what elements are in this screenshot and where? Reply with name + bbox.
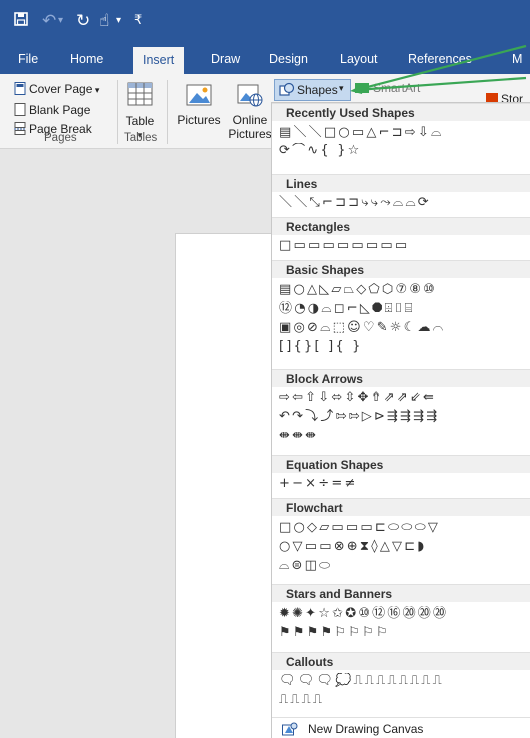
undo-dropdown-icon[interactable]: ▾ bbox=[58, 11, 63, 31]
shape-row[interactable]: □○◇▱▭▭▭⊏⬭⬭⬭▽ bbox=[279, 520, 440, 536]
blank-page-icon bbox=[14, 103, 26, 116]
section-header-recently-used: Recently Used Shapes bbox=[272, 103, 530, 121]
quick-access-toolbar: ↶ ▾ ↻ ☝ ▾ ₹ bbox=[0, 0, 530, 42]
customize-icon[interactable]: ₹ bbox=[134, 11, 142, 31]
smartart-button[interactable]: SmartArt bbox=[355, 81, 420, 95]
shapes-button[interactable]: Shapes ▾ bbox=[274, 79, 351, 101]
smartart-icon bbox=[355, 83, 369, 93]
ribbon-tabs: File Home Insert Draw Design Layout Refe… bbox=[0, 42, 530, 74]
online-pictures-icon bbox=[237, 84, 263, 107]
shape-row[interactable]: ⇼⇼⇼ bbox=[279, 428, 318, 444]
touch-mode-icon[interactable]: ☝ bbox=[99, 11, 109, 31]
shapes-icon bbox=[279, 82, 295, 100]
cover-page-button[interactable]: Cover Page ▾ bbox=[14, 82, 99, 97]
tab-file[interactable]: File bbox=[18, 50, 38, 74]
pages-group-label: Pages bbox=[44, 132, 77, 144]
shape-row[interactable]: ⌓⊜◫⬭ bbox=[279, 558, 332, 574]
smartart-label: SmartArt bbox=[373, 81, 421, 95]
tab-references[interactable]: References bbox=[408, 50, 472, 74]
shape-row[interactable]: ▤＼＼□○▭△⌐⊐⇨⇩⌓ bbox=[279, 125, 443, 141]
shape-row[interactable]: ⚑⚑⚑⚑⚐⚐⚐⚐ bbox=[279, 625, 390, 641]
section-header-block-arrows: Block Arrows bbox=[272, 369, 530, 387]
shape-row[interactable]: []{}[ ]{ } bbox=[279, 339, 363, 355]
section-header-basic-shapes: Basic Shapes bbox=[272, 260, 530, 278]
shape-row[interactable]: ⇨⇦⇧⇩⬄⇳✥⇮⇗⇗⇙⇚ bbox=[279, 390, 436, 406]
touch-mode-dropdown-icon[interactable]: ▾ bbox=[116, 11, 121, 31]
redo-icon[interactable]: ↻ bbox=[76, 11, 90, 31]
cover-page-icon bbox=[14, 82, 26, 95]
tab-insert[interactable]: Insert bbox=[133, 47, 185, 74]
blank-page-label: Blank Page bbox=[29, 103, 91, 117]
group-divider bbox=[117, 80, 118, 144]
shapes-label: Shapes bbox=[297, 83, 338, 97]
online-pictures-label-2: Pictures bbox=[228, 127, 272, 141]
shape-row[interactable]: ⑫◔◑⌓◻⌐◺⯃⌹⌷⌸ bbox=[279, 301, 415, 317]
online-pictures-label: Online bbox=[232, 113, 268, 127]
shape-row[interactable]: ＼＼⤡⌐⊐⊐⤷⤷⤳⌓⌓⟳ bbox=[279, 195, 431, 211]
group-divider bbox=[167, 80, 168, 144]
shape-row[interactable]: ⎍⎍⎍⎍ bbox=[279, 692, 324, 708]
page-break-icon bbox=[14, 122, 26, 135]
shape-row[interactable]: ○▽▭▭⊗⊕⧗◊△▽⊏◗ bbox=[279, 539, 426, 555]
cover-page-label: Cover Page bbox=[29, 82, 93, 96]
tables-group-label: Tables bbox=[124, 132, 158, 144]
shape-row[interactable]: +−×÷=≠ bbox=[279, 476, 358, 492]
new-drawing-canvas-label: New Drawing Canvas bbox=[308, 722, 424, 736]
table-label: Table bbox=[125, 114, 155, 128]
tab-layout[interactable]: Layout bbox=[340, 50, 378, 74]
shape-row[interactable]: □▭▭▭▭▭▭▭▭ bbox=[279, 238, 409, 254]
section-header-lines: Lines bbox=[272, 174, 530, 192]
blank-page-button[interactable]: Blank Page bbox=[14, 103, 90, 117]
shapes-gallery: Recently Used Shapes ▤＼＼□○▭△⌐⊐⇨⇩⌓ ⟳⌒∿{ }… bbox=[271, 102, 530, 738]
section-header-stars-and-banners: Stars and Banners bbox=[272, 584, 530, 602]
undo-icon[interactable]: ↶ bbox=[42, 11, 56, 31]
tab-draw[interactable]: Draw bbox=[211, 50, 240, 74]
tab-design[interactable]: Design bbox=[269, 50, 308, 74]
section-header-flowchart: Flowchart bbox=[272, 498, 530, 516]
shape-row[interactable]: ⟳⌒∿{ }☆ bbox=[279, 143, 362, 159]
shape-row[interactable]: ✹✺✦☆✩✪⑩⑫⑯⑳⑳⑳ bbox=[279, 606, 448, 622]
pictures-label: Pictures bbox=[177, 113, 221, 127]
pictures-icon bbox=[186, 84, 212, 106]
shape-row[interactable]: ▤○△◺▱⏢◇⬠⬡⑦⑧⑩ bbox=[279, 282, 437, 298]
pictures-button[interactable]: Pictures bbox=[176, 82, 222, 127]
tab-mailings[interactable]: M bbox=[512, 50, 522, 74]
table-icon bbox=[127, 82, 153, 106]
shape-row[interactable]: ▣◎⊘⌓⬚☺♡✎☼☾☁⌒ bbox=[279, 320, 445, 336]
chevron-down-icon: ▾ bbox=[92, 85, 100, 95]
section-header-equation-shapes: Equation Shapes bbox=[272, 455, 530, 473]
drawing-canvas-icon bbox=[282, 722, 298, 738]
save-icon[interactable] bbox=[14, 11, 28, 31]
chevron-down-icon: ▾ bbox=[339, 83, 344, 93]
shape-row[interactable]: 🗨🗨🗨💭⎍⎍⎍⎍⎍⎍⎍⎍ bbox=[279, 673, 444, 689]
section-header-callouts: Callouts bbox=[272, 652, 530, 670]
online-pictures-button[interactable]: Online Pictures bbox=[226, 82, 274, 141]
section-header-rectangles: Rectangles bbox=[272, 217, 530, 235]
shape-row[interactable]: ↶↷⤵⤴⇰⇰▷⊳⇶⇶⇶⇶ bbox=[279, 409, 439, 425]
tab-home[interactable]: Home bbox=[70, 50, 103, 74]
new-drawing-canvas-item[interactable]: New Drawing Canvas bbox=[272, 717, 530, 738]
